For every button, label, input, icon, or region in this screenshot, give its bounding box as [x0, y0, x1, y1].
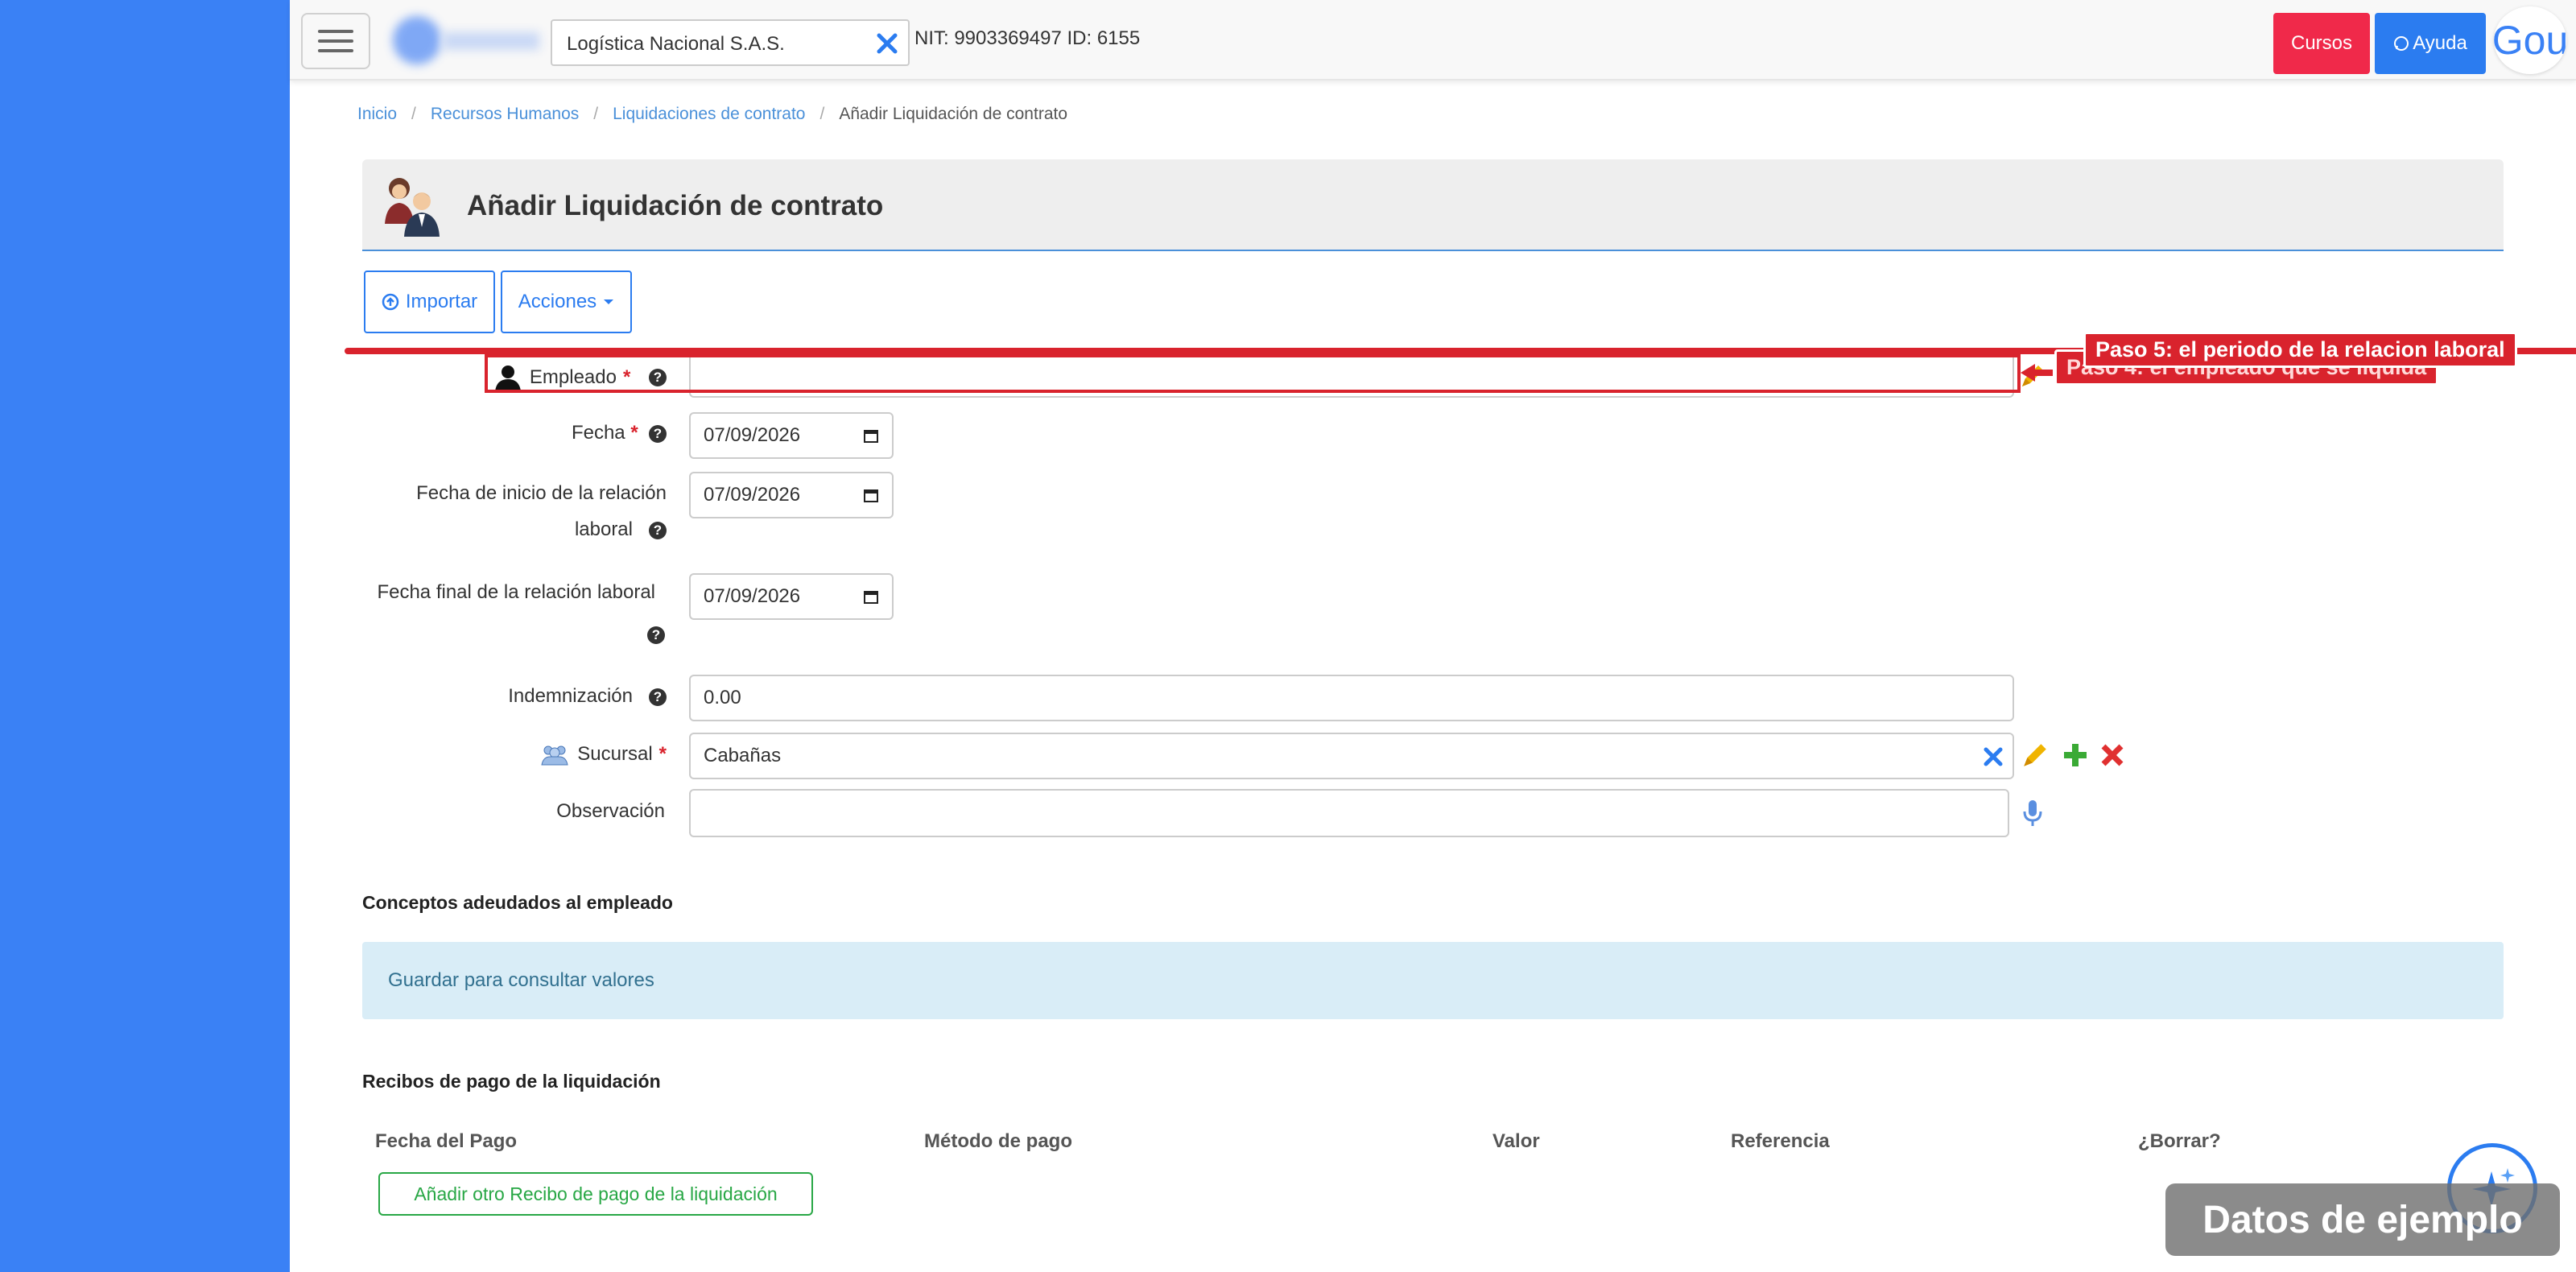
fecha-date-input[interactable]: 07/09/2026	[689, 412, 894, 459]
fecha-inicio-date-input[interactable]: 07/09/2026	[689, 472, 894, 518]
column-header-fecha-pago: Fecha del Pago	[375, 1130, 518, 1152]
fecha-label: Fecha	[571, 422, 625, 444]
employees-icon	[385, 178, 440, 237]
fecha-inicio-value: 07/09/2026	[704, 484, 801, 506]
microphone-icon[interactable]	[2022, 799, 2043, 828]
whatsapp-icon	[2394, 36, 2409, 51]
breadcrumb-recursos-humanos[interactable]: Recursos Humanos	[431, 105, 579, 124]
indemnizacion-label-row: Indemnización ?	[451, 685, 667, 708]
clear-icon[interactable]	[1980, 744, 2006, 770]
conceptos-info-alert: Guardar para consultar valores	[362, 942, 2504, 1019]
fecha-inicio-label-line2: laboral	[574, 518, 633, 540]
fecha-final-date-input[interactable]: 07/09/2026	[689, 573, 894, 620]
column-header-referencia: Referencia	[1731, 1130, 1830, 1152]
annotation-highlight-paso4	[485, 354, 2021, 393]
acciones-label: Acciones	[518, 291, 597, 312]
fecha-final-label: Fecha final de la relación laboral	[377, 581, 655, 603]
sucursal-label: Sucursal	[577, 743, 653, 765]
add-recibo-button[interactable]: Añadir otro Recibo de pago de la liquida…	[378, 1172, 813, 1216]
sucursal-label-row: Sucursal *	[515, 742, 667, 766]
sample-data-watermark: Datos de ejemplo	[2165, 1183, 2560, 1256]
caret-down-icon	[604, 299, 614, 304]
fecha-final-label-row: Fecha final de la relación laboral ?	[362, 581, 667, 646]
fecha-label-row: Fecha * ?	[483, 422, 667, 444]
observacion-textarea[interactable]	[689, 789, 2009, 837]
acciones-dropdown[interactable]: Acciones	[501, 271, 632, 333]
breadcrumb-inicio[interactable]: Inicio	[357, 105, 397, 124]
fecha-value: 07/09/2026	[704, 424, 801, 446]
app-logo[interactable]	[393, 16, 546, 64]
help-icon[interactable]: ?	[649, 521, 667, 539]
upload-circle-icon	[382, 293, 399, 311]
delete-x-icon[interactable]	[2099, 742, 2125, 768]
indemnizacion-label: Indemnización	[508, 685, 633, 707]
annotation-label-paso5: Paso 5: el periodo de la relacion labora…	[2083, 332, 2517, 368]
page-header: Añadir Liquidación de contrato	[362, 159, 2504, 251]
company-name: Logística Nacional S.A.S.	[567, 33, 785, 55]
group-people-icon	[541, 745, 568, 766]
breadcrumb: Inicio / Recursos Humanos / Liquidaciones …	[357, 105, 1068, 124]
annotation-arrow-icon	[2021, 364, 2053, 382]
fecha-inicio-label: Fecha de inicio de la relación	[416, 482, 667, 504]
page-title: Añadir Liquidación de contrato	[467, 190, 884, 221]
calendar-icon[interactable]	[863, 427, 879, 444]
observacion-label-row: Observación	[483, 800, 665, 823]
conceptos-section-title: Conceptos adeudados al empleado	[362, 892, 673, 913]
cursos-button[interactable]: Cursos	[2273, 13, 2370, 74]
edit-pencil-icon[interactable]	[2021, 741, 2050, 770]
observacion-label: Observación	[556, 800, 665, 822]
column-header-metodo-pago: Método de pago	[924, 1130, 1072, 1152]
help-icon[interactable]: ?	[649, 424, 667, 443]
column-header-borrar: ¿Borrar?	[2138, 1130, 2221, 1152]
importar-label: Importar	[405, 291, 478, 312]
ayuda-label: Ayuda	[2413, 32, 2467, 54]
sidebar	[0, 0, 290, 1272]
sucursal-value: Cabañas	[704, 745, 782, 766]
sucursal-select[interactable]: Cabañas	[689, 733, 2014, 779]
top-navbar: Logística Nacional S.A.S. NIT: 990336949…	[290, 0, 2576, 81]
fecha-final-value: 07/09/2026	[704, 585, 801, 607]
help-icon[interactable]: ?	[647, 626, 665, 644]
breadcrumb-liquidaciones[interactable]: Liquidaciones de contrato	[613, 105, 805, 124]
menu-toggle-button[interactable]	[301, 13, 370, 69]
ayuda-button[interactable]: Ayuda	[2375, 13, 2486, 74]
recibos-section-title: Recibos de pago de la liquidación	[362, 1071, 661, 1092]
calendar-icon[interactable]	[863, 589, 879, 605]
column-header-valor: Valor	[1492, 1130, 1540, 1152]
fecha-inicio-label-row: Fecha de inicio de la relación laboral ?	[378, 481, 667, 554]
add-plus-icon[interactable]	[2061, 741, 2090, 770]
company-selector[interactable]: Logística Nacional S.A.S.	[551, 19, 910, 66]
avatar[interactable]: Gou	[2494, 6, 2566, 74]
breadcrumb-current: Añadir Liquidación de contrato	[839, 105, 1068, 123]
indemnizacion-input[interactable]: 0.00	[689, 675, 2014, 721]
nit-id-text: NIT: 9903369497 ID: 6155	[914, 27, 1141, 49]
help-icon[interactable]: ?	[649, 688, 667, 706]
importar-button[interactable]: Importar	[364, 271, 495, 333]
calendar-icon[interactable]	[863, 487, 879, 503]
hamburger-icon	[318, 30, 353, 33]
clear-icon[interactable]	[871, 27, 903, 60]
